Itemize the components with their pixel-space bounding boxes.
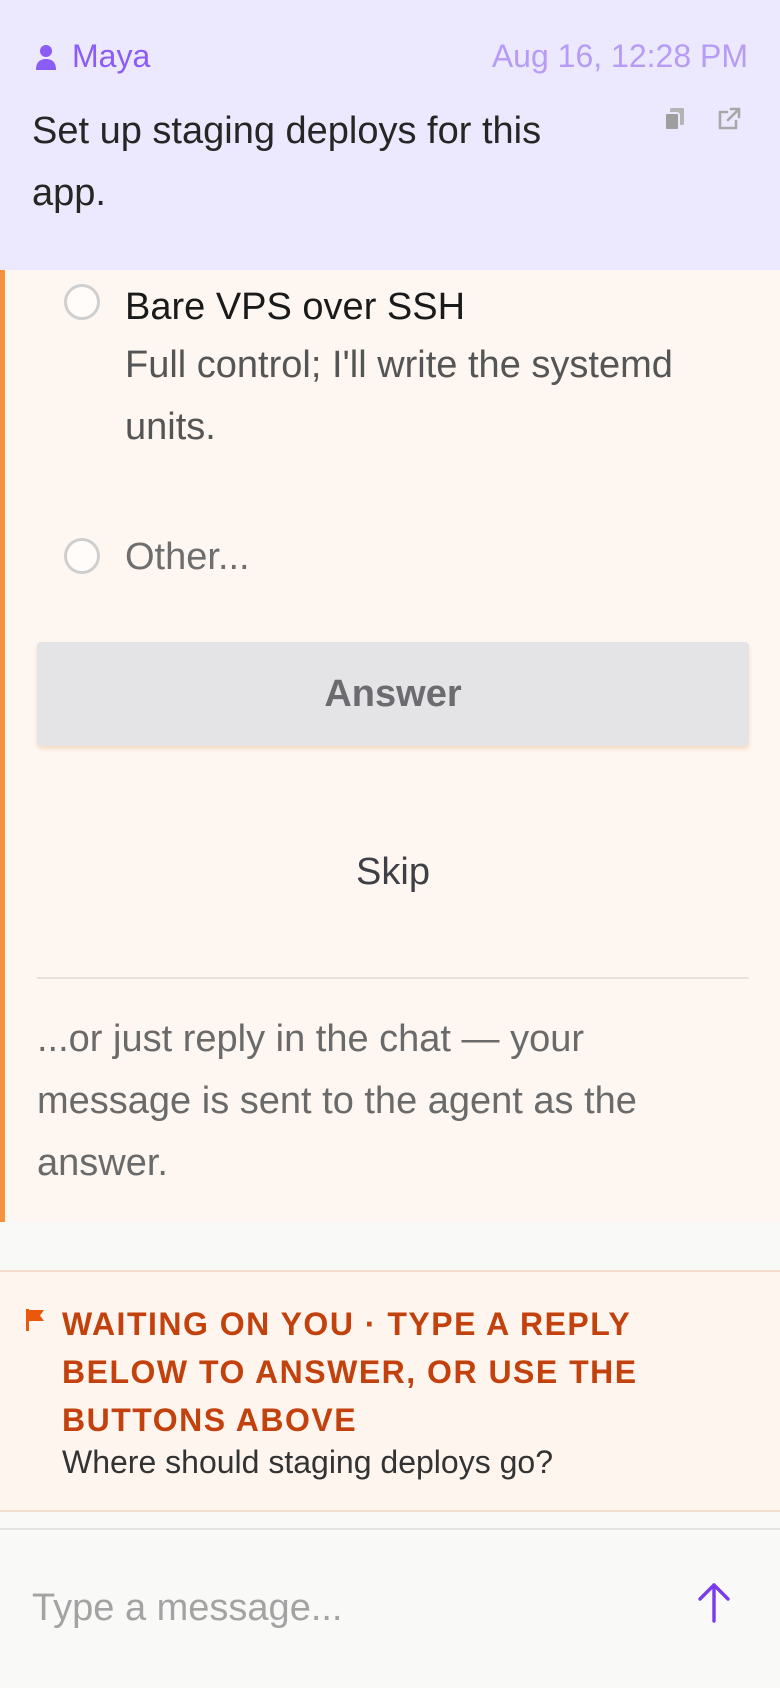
send-button[interactable] [692, 1576, 736, 1628]
divider [37, 977, 749, 979]
arrow-up-icon [698, 1583, 730, 1623]
reply-hint: ...or just reply in the chat — your mess… [37, 1018, 637, 1184]
option-title: Bare VPS over SSH [125, 286, 466, 328]
option-radio[interactable] [64, 538, 100, 574]
author-name: Maya [72, 38, 151, 74]
external-link-icon [718, 107, 741, 130]
copy-button[interactable] [662, 106, 688, 132]
message-actions [662, 106, 742, 132]
answer-button[interactable]: Answer [37, 642, 749, 746]
message-text: Set up staging deploys for this app. [32, 110, 542, 214]
option-description: Full control; I'll write the systemd uni… [125, 344, 673, 448]
question-card: Bare VPS over SSH Full control; I'll wri… [0, 270, 780, 1222]
option-radio[interactable] [64, 284, 100, 320]
skip-button[interactable]: Skip [37, 820, 749, 924]
message-composer [0, 1528, 780, 1688]
message-timestamp: Aug 16, 12:28 PM [491, 38, 748, 74]
message-input[interactable] [32, 1578, 652, 1638]
waiting-banner: WAITING ON YOU · TYPE A REPLY BELOW TO A… [0, 1270, 780, 1512]
message-author: Maya [34, 38, 150, 75]
person-icon [36, 44, 56, 70]
flag-icon [26, 1309, 44, 1331]
user-message: Maya Aug 16, 12:28 PM Set up staging dep… [0, 0, 780, 270]
pending-question: Where should staging deploys go? [62, 1444, 553, 1480]
option-title: Other... [125, 536, 250, 578]
copy-icon [664, 108, 684, 131]
waiting-title: WAITING ON YOU · TYPE A REPLY BELOW TO A… [62, 1306, 638, 1438]
open-external-button[interactable] [716, 106, 742, 132]
